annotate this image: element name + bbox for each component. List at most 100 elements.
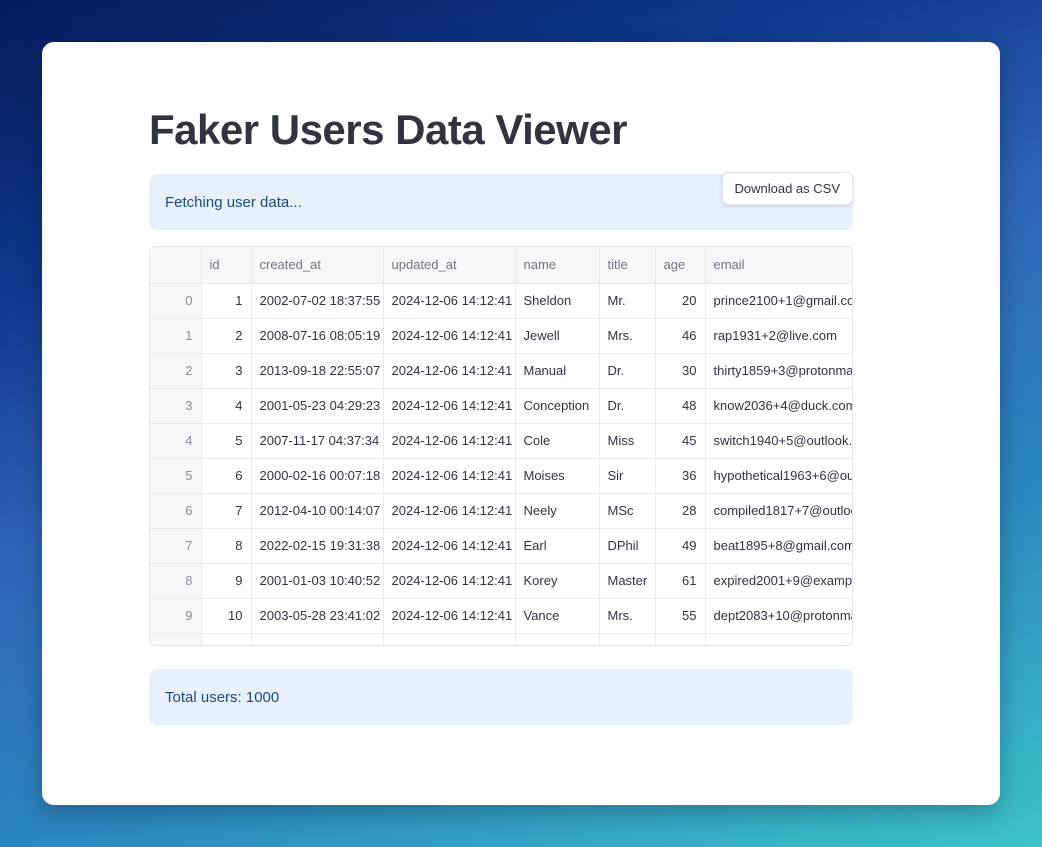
cell-name[interactable]: Conception [515, 388, 600, 424]
row-index[interactable]: 7 [150, 528, 202, 564]
cell-id[interactable] [201, 633, 252, 645]
cell-created-at[interactable]: 2001-01-03 10:40:52 [251, 563, 384, 599]
cell-created-at[interactable]: 2007-11-17 04:37:34 [251, 423, 384, 459]
cell-id[interactable]: 8 [201, 528, 252, 564]
cell-age[interactable]: 55 [655, 598, 706, 634]
cell-name[interactable]: Cole [515, 423, 600, 459]
row-index[interactable]: 4 [150, 423, 202, 459]
cell-created-at[interactable]: 2001-05-23 04:29:23 [251, 388, 384, 424]
table-row[interactable]: 3 4 2001-05-23 04:29:23 2024-12-06 14:12:41… [150, 388, 852, 424]
cell-name[interactable]: Jewell [515, 318, 600, 354]
cell-created-at[interactable]: 2013-09-18 22:55:07 [251, 353, 384, 389]
row-index[interactable]: 9 [150, 598, 202, 634]
cell-id[interactable]: 6 [201, 458, 252, 494]
cell-email[interactable]: beat1895+8@gmail.com [705, 528, 852, 564]
cell-id[interactable]: 5 [201, 423, 252, 459]
table-row[interactable]: 4 5 2007-11-17 04:37:34 2024-12-06 14:12:41… [150, 423, 852, 459]
cell-title[interactable]: Mrs. [599, 598, 656, 634]
cell-id[interactable]: 10 [201, 598, 252, 634]
column-header-email[interactable]: email [705, 247, 852, 284]
cell-created-at[interactable]: 2000-02-16 00:07:18 [251, 458, 384, 494]
row-index[interactable]: 0 [150, 283, 202, 319]
cell-name[interactable] [515, 633, 600, 645]
users-table[interactable]: id created_at updated_at name title age … [149, 246, 853, 646]
cell-email[interactable]: switch1940+5@outlook.com [705, 423, 852, 459]
cell-email[interactable]: expired2001+9@example.com [705, 563, 852, 599]
cell-updated-at[interactable]: 2024-12-06 14:12:41 [383, 493, 516, 529]
column-header-id[interactable]: id [201, 247, 252, 284]
cell-updated-at[interactable]: 2024-12-06 14:12:41 [383, 283, 516, 319]
cell-updated-at[interactable]: 2024-12-06 14:12:41 [383, 458, 516, 494]
cell-email[interactable]: compiled1817+7@outlook.com [705, 493, 852, 529]
cell-title[interactable]: Mrs. [599, 318, 656, 354]
cell-title[interactable]: Dr. [599, 388, 656, 424]
cell-updated-at[interactable]: 2024-12-06 14:12:41 [383, 388, 516, 424]
cell-updated-at[interactable]: 2024-12-06 14:12:41 [383, 423, 516, 459]
table-row[interactable]: 1 2 2008-07-16 08:05:19 2024-12-06 14:12:41… [150, 318, 852, 354]
row-index[interactable]: 1 [150, 318, 202, 354]
cell-name[interactable]: Manual [515, 353, 600, 389]
cell-title[interactable]: Master [599, 563, 656, 599]
cell-email[interactable]: hypothetical1963+6@outlook.com [705, 458, 852, 494]
cell-email[interactable]: thirty1859+3@protonmail.com [705, 353, 852, 389]
table-row[interactable]: 5 6 2000-02-16 00:07:18 2024-12-06 14:12:41… [150, 458, 852, 494]
cell-email[interactable]: know2036+4@duck.com [705, 388, 852, 424]
cell-id[interactable]: 7 [201, 493, 252, 529]
cell-created-at[interactable]: 2003-05-28 23:41:02 [251, 598, 384, 634]
cell-age[interactable]: 36 [655, 458, 706, 494]
cell-id[interactable]: 1 [201, 283, 252, 319]
cell-name[interactable]: Korey [515, 563, 600, 599]
cell-created-at[interactable]: 2008-07-16 08:05:19 [251, 318, 384, 354]
cell-created-at[interactable]: 2012-04-10 00:14:07 [251, 493, 384, 529]
table-row[interactable]: 2 3 2013-09-18 22:55:07 2024-12-06 14:12:41… [150, 353, 852, 389]
cell-updated-at[interactable] [383, 633, 516, 645]
cell-created-at[interactable]: 2022-02-15 19:31:38 [251, 528, 384, 564]
cell-email[interactable]: prince2100+1@gmail.com [705, 283, 852, 319]
cell-age[interactable]: 20 [655, 283, 706, 319]
column-header-index[interactable] [150, 247, 202, 284]
cell-email[interactable]: dept2083+10@protonmail.com [705, 598, 852, 634]
table-row[interactable]: 7 8 2022-02-15 19:31:38 2024-12-06 14:12:41… [150, 528, 852, 564]
row-index[interactable] [150, 633, 202, 645]
cell-title[interactable]: DPhil [599, 528, 656, 564]
cell-updated-at[interactable]: 2024-12-06 14:12:41 [383, 598, 516, 634]
table-row[interactable]: 8 9 2001-01-03 10:40:52 2024-12-06 14:12:41… [150, 563, 852, 599]
cell-updated-at[interactable]: 2024-12-06 14:12:41 [383, 563, 516, 599]
row-index[interactable]: 3 [150, 388, 202, 424]
table-row[interactable]: 0 1 2002-07-02 18:37:55 2024-12-06 14:12:41… [150, 283, 852, 319]
table-row[interactable] [150, 633, 852, 645]
cell-created-at[interactable]: 2002-07-02 18:37:55 [251, 283, 384, 319]
cell-id[interactable]: 3 [201, 353, 252, 389]
column-header-age[interactable]: age [655, 247, 706, 284]
cell-id[interactable]: 2 [201, 318, 252, 354]
column-header-updated-at[interactable]: updated_at [383, 247, 516, 284]
cell-email[interactable]: rap1931+2@live.com [705, 318, 852, 354]
cell-title[interactable]: Mr. [599, 283, 656, 319]
cell-age[interactable]: 45 [655, 423, 706, 459]
cell-updated-at[interactable]: 2024-12-06 14:12:41 [383, 353, 516, 389]
cell-updated-at[interactable]: 2024-12-06 14:12:41 [383, 318, 516, 354]
column-header-title[interactable]: title [599, 247, 656, 284]
download-csv-button[interactable]: Download as CSV [721, 172, 853, 205]
cell-title[interactable]: Miss [599, 423, 656, 459]
column-header-created-at[interactable]: created_at [251, 247, 384, 284]
cell-title[interactable] [599, 633, 656, 645]
cell-updated-at[interactable]: 2024-12-06 14:12:41 [383, 528, 516, 564]
cell-title[interactable]: MSc [599, 493, 656, 529]
cell-age[interactable]: 28 [655, 493, 706, 529]
cell-name[interactable]: Moises [515, 458, 600, 494]
table-row[interactable]: 6 7 2012-04-10 00:14:07 2024-12-06 14:12:41… [150, 493, 852, 529]
row-index[interactable]: 5 [150, 458, 202, 494]
cell-age[interactable]: 46 [655, 318, 706, 354]
cell-id[interactable]: 9 [201, 563, 252, 599]
row-index[interactable]: 2 [150, 353, 202, 389]
cell-name[interactable]: Earl [515, 528, 600, 564]
cell-id[interactable]: 4 [201, 388, 252, 424]
cell-age[interactable]: 61 [655, 563, 706, 599]
cell-title[interactable]: Dr. [599, 353, 656, 389]
cell-name[interactable]: Sheldon [515, 283, 600, 319]
cell-age[interactable] [655, 633, 706, 645]
row-index[interactable]: 8 [150, 563, 202, 599]
cell-title[interactable]: Sir [599, 458, 656, 494]
cell-email[interactable] [705, 633, 852, 645]
